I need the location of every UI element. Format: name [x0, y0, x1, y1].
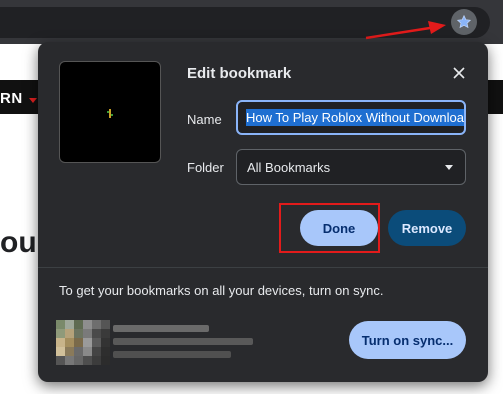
- folder-dropdown[interactable]: All Bookmarks: [236, 149, 466, 185]
- close-button[interactable]: [448, 62, 470, 84]
- page-thumbnail: [59, 61, 161, 163]
- done-button[interactable]: Done: [300, 210, 378, 246]
- folder-selected-value: All Bookmarks: [247, 159, 331, 175]
- bookmark-name-value: How To Play Roblox Without Downloadi: [246, 109, 464, 126]
- account-details-redacted: [113, 325, 253, 364]
- dialog-title: Edit bookmark: [187, 65, 292, 82]
- site-favicon-icon: [107, 109, 113, 118]
- bookmark-name-input[interactable]: How To Play Roblox Without Downloadi: [236, 100, 466, 135]
- close-icon: [453, 67, 465, 79]
- remove-button[interactable]: Remove: [388, 210, 466, 246]
- edit-bookmark-dialog: Edit bookmark Name How To Play Roblox Wi…: [38, 42, 488, 382]
- site-nav-caret-icon: [29, 98, 37, 103]
- dialog-divider: [38, 267, 488, 268]
- account-avatar: [56, 320, 110, 365]
- chevron-down-icon: [445, 165, 453, 170]
- site-heading: ou: [0, 226, 37, 259]
- name-label: Name: [187, 112, 222, 127]
- sync-prompt: To get your bookmarks on all your device…: [59, 283, 384, 298]
- folder-label: Folder: [187, 160, 224, 175]
- turn-on-sync-button[interactable]: Turn on sync...: [349, 321, 466, 359]
- site-nav-item[interactable]: RN: [0, 90, 23, 107]
